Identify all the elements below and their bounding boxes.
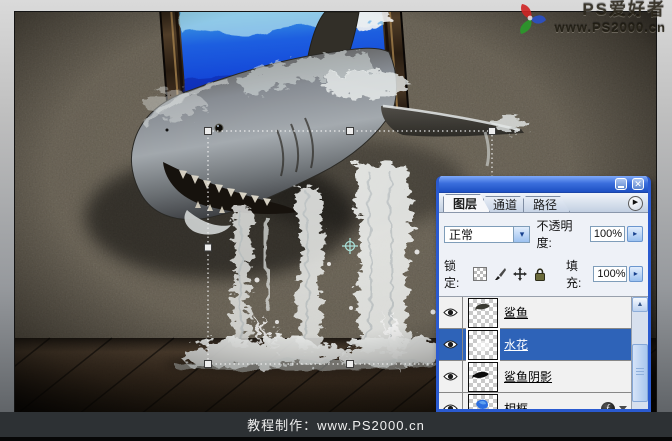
layer-list-scrollbar[interactable]: ▲ ▼ <box>631 297 648 409</box>
lock-label: 锁定: <box>444 259 460 290</box>
scroll-up-button[interactable]: ▲ <box>632 297 648 312</box>
scrollbar-thumb[interactable] <box>632 344 648 402</box>
panel-titlebar[interactable]: ✕ <box>439 176 648 193</box>
layer-row-shark[interactable]: 鲨鱼 <box>439 297 631 329</box>
opacity-popup-button[interactable]: ▸ <box>627 226 643 242</box>
move-icon <box>513 267 528 281</box>
scrollbar-grip-icon <box>636 368 644 376</box>
watermark-brand: PS爱好者 <box>582 0 666 19</box>
tab-paths[interactable]: 路径 <box>523 196 570 212</box>
panel-menu-button[interactable]: ▶ <box>628 196 643 211</box>
eye-icon <box>443 340 458 349</box>
visibility-toggle[interactable] <box>439 297 463 328</box>
blend-mode-value: 正常 <box>449 227 474 242</box>
eye-icon <box>443 308 458 317</box>
tutorial-caption-bar: 教程制作：www.PS2000.cn <box>0 412 672 441</box>
layer-row-water-splash[interactable]: 水花 <box>439 329 631 361</box>
chevron-down-icon[interactable]: ▾ <box>513 226 530 242</box>
lock-all-toggle[interactable] <box>533 267 548 282</box>
tutorial-credit-text: 教程制作：www.PS2000.cn <box>247 418 425 433</box>
lock-transparency-toggle[interactable] <box>473 267 488 282</box>
scrollbar-track[interactable] <box>632 312 648 409</box>
fill-label: 填充: <box>565 259 582 290</box>
brush-icon <box>495 268 507 280</box>
lock-icon <box>535 267 546 281</box>
visibility-toggle[interactable] <box>439 361 463 392</box>
close-button[interactable]: ✕ <box>632 178 644 190</box>
layers-panel: ✕ 图层 通道 路径 ▶ 正常 ▾ 不透明度: 100% ▸ 锁定: 填充: 1… <box>436 176 651 412</box>
layer-name[interactable]: 水花 <box>504 336 528 353</box>
tab-layers[interactable]: 图层 <box>443 194 490 212</box>
site-logo-icon <box>520 4 546 34</box>
eye-icon <box>443 404 458 409</box>
layer-thumbnail[interactable] <box>468 361 498 392</box>
layer-row-shark-shadow[interactable]: 鲨鱼阴影 <box>439 361 631 393</box>
effects-expand-icon[interactable] <box>619 406 627 409</box>
fill-popup-button[interactable]: ▸ <box>628 266 643 282</box>
layer-row-photo-frame[interactable]: 相框 ƒ <box>439 393 631 409</box>
layer-name[interactable]: 相框 <box>504 400 528 409</box>
layer-thumbnail[interactable] <box>468 329 498 360</box>
eye-icon <box>443 372 458 381</box>
panel-tabstrip: 图层 通道 路径 ▶ <box>439 193 648 213</box>
layer-effects-icon[interactable]: ƒ <box>601 401 615 409</box>
minimize-icon <box>618 186 624 188</box>
close-icon: ✕ <box>634 179 642 189</box>
tab-channels[interactable]: 通道 <box>483 196 530 212</box>
layer-thumbnail[interactable] <box>468 297 498 328</box>
layer-name[interactable]: 鲨鱼 <box>504 304 528 321</box>
visibility-toggle[interactable] <box>439 329 463 360</box>
lock-paint-toggle[interactable] <box>493 267 508 282</box>
watermark-site: www.PS2000.cn <box>554 20 666 35</box>
opacity-input[interactable]: 100% <box>589 226 626 242</box>
site-watermark: PS爱好者 www.PS2000.cn <box>516 0 666 36</box>
fill-input[interactable]: 100% <box>593 266 627 282</box>
lock-transparency-icon <box>473 267 488 281</box>
minimize-button[interactable] <box>615 178 627 190</box>
blend-mode-select[interactable]: 正常 ▾ <box>444 225 531 243</box>
visibility-toggle[interactable] <box>439 393 463 409</box>
panel-menu-arrow-icon: ▶ <box>632 199 639 206</box>
panel-controls: 正常 ▾ 不透明度: 100% ▸ 锁定: 填充: 100% ▸ <box>439 213 648 296</box>
opacity-label: 不透明度: <box>536 219 573 250</box>
lock-position-toggle[interactable] <box>513 267 528 282</box>
layer-list: 鲨鱼 水花 鲨鱼阴影 相框 ƒ ▲ <box>439 296 648 409</box>
layer-thumbnail[interactable] <box>468 393 498 409</box>
layer-name[interactable]: 鲨鱼阴影 <box>504 368 552 385</box>
